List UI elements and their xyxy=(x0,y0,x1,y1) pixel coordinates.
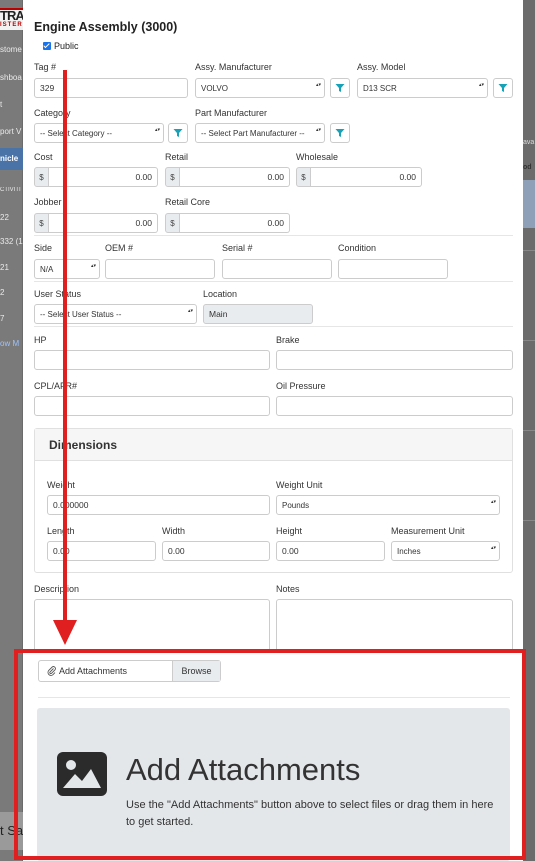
background-right-panel: ava od xyxy=(523,0,535,861)
public-checkbox[interactable] xyxy=(43,42,51,50)
jobber-label: Jobber xyxy=(34,197,62,207)
weight-label: Weight xyxy=(47,480,75,490)
currency-addon: $ xyxy=(34,213,49,233)
cpl-input[interactable] xyxy=(34,396,270,416)
assy-manufacturer-label: Assy. Manufacturer xyxy=(195,62,272,72)
divider xyxy=(34,326,513,327)
assy-model-filter-button[interactable] xyxy=(493,78,513,98)
divider xyxy=(34,281,513,282)
measurement-unit-label: Measurement Unit xyxy=(391,526,465,536)
currency-addon: $ xyxy=(296,167,311,187)
side-label: Side xyxy=(34,243,53,253)
retail-core-input-group[interactable]: $ 0.00 xyxy=(165,213,290,233)
condition-input[interactable] xyxy=(338,259,448,279)
currency-addon: $ xyxy=(34,167,49,187)
location-label: Location xyxy=(203,289,238,299)
browse-button[interactable]: Browse xyxy=(172,661,220,681)
user-status-select[interactable]: -- Select User Status -- xyxy=(34,304,197,324)
serial-input[interactable] xyxy=(222,259,332,279)
category-label: Category xyxy=(34,108,71,118)
tag-input[interactable]: 329 xyxy=(34,78,188,98)
bg-right-divider xyxy=(523,430,535,431)
dimensions-title: Dimensions xyxy=(35,429,512,461)
brake-input[interactable] xyxy=(276,350,513,370)
filter-icon xyxy=(335,84,345,92)
cost-input[interactable]: 0.00 xyxy=(49,167,158,187)
modal-title: Engine Assembly (3000) xyxy=(34,20,178,34)
brake-label: Brake xyxy=(276,335,300,345)
bg-right-divider xyxy=(523,520,535,521)
weight-input[interactable]: 0.000000 xyxy=(47,495,270,515)
dropzone-text: Use the "Add Attachments" button above t… xyxy=(126,799,494,828)
length-input[interactable]: 0.00 xyxy=(47,541,156,561)
cost-label: Cost xyxy=(34,152,53,162)
part-manufacturer-filter-button[interactable] xyxy=(330,123,350,143)
filter-icon xyxy=(173,129,183,137)
cpl-label: CPL/AFR# xyxy=(34,381,78,391)
tag-label: Tag # xyxy=(34,62,57,72)
condition-label: Condition xyxy=(338,243,377,253)
paperclip-icon xyxy=(47,666,56,676)
length-label: Length xyxy=(47,526,75,536)
hp-label: HP xyxy=(34,335,47,345)
weight-unit-select[interactable]: Pounds xyxy=(276,495,500,515)
height-input[interactable]: 0.00 xyxy=(276,541,385,561)
location-input[interactable]: Main xyxy=(203,304,313,324)
assy-model-select[interactable]: D13 SCR xyxy=(357,78,488,98)
bg-right-block xyxy=(523,180,535,228)
oem-input[interactable] xyxy=(105,259,215,279)
retail-core-input[interactable]: 0.00 xyxy=(180,213,290,233)
hp-input[interactable] xyxy=(34,350,270,370)
description-label: Description xyxy=(34,584,80,594)
filter-icon xyxy=(335,129,345,137)
serial-label: Serial # xyxy=(222,243,253,253)
currency-addon: $ xyxy=(165,213,180,233)
part-manufacturer-select[interactable]: -- Select Part Manufacturer -- xyxy=(195,123,325,143)
part-manufacturer-label: Part Manufacturer xyxy=(195,108,268,118)
retail-core-label: Retail Core xyxy=(165,197,211,207)
cost-input-group[interactable]: $ 0.00 xyxy=(34,167,158,187)
oem-label: OEM # xyxy=(105,243,134,253)
currency-addon: $ xyxy=(165,167,180,187)
bg-right-text: od xyxy=(523,164,532,171)
engine-assembly-modal: Engine Assembly (3000) Public Tag # 329 … xyxy=(23,0,523,861)
width-label: Width xyxy=(162,526,186,536)
wholesale-input[interactable]: 0.00 xyxy=(311,167,422,187)
height-label: Height xyxy=(276,526,303,536)
bg-right-divider xyxy=(523,250,535,251)
public-label: Public xyxy=(54,41,79,51)
divider xyxy=(34,235,513,236)
add-attachments-file-input[interactable]: Add Attachments Browse xyxy=(38,660,221,682)
dropzone-title: Add Attachments xyxy=(126,752,361,787)
attachments-dropzone[interactable]: Add Attachments Use the "Add Attachments… xyxy=(37,708,510,861)
image-icon xyxy=(57,752,107,796)
file-input-label-wrap[interactable]: Add Attachments xyxy=(39,661,172,681)
bg-right-divider xyxy=(523,340,535,341)
category-select[interactable]: -- Select Category -- xyxy=(34,123,164,143)
width-input[interactable]: 0.00 xyxy=(162,541,270,561)
jobber-input[interactable]: 0.00 xyxy=(49,213,158,233)
oil-pressure-label: Oil Pressure xyxy=(276,381,326,391)
user-status-label: User Status xyxy=(34,289,82,299)
public-checkbox-row[interactable]: Public xyxy=(43,41,79,51)
assy-manufacturer-filter-button[interactable] xyxy=(330,78,350,98)
filter-icon xyxy=(498,84,508,92)
divider xyxy=(38,697,510,698)
retail-input-group[interactable]: $ 0.00 xyxy=(165,167,290,187)
wholesale-label: Wholesale xyxy=(296,152,339,162)
file-input-label: Add Attachments xyxy=(59,666,128,676)
category-filter-button[interactable] xyxy=(168,123,188,143)
side-select[interactable]: N/A xyxy=(34,259,100,279)
retail-label: Retail xyxy=(165,152,189,162)
bg-right-text: ava xyxy=(523,139,535,146)
assy-model-label: Assy. Model xyxy=(357,62,406,72)
measurement-unit-select[interactable]: Inches xyxy=(391,541,500,561)
wholesale-input-group[interactable]: $ 0.00 xyxy=(296,167,422,187)
notes-label: Notes xyxy=(276,584,300,594)
oil-pressure-input[interactable] xyxy=(276,396,513,416)
jobber-input-group[interactable]: $ 0.00 xyxy=(34,213,158,233)
weight-unit-label: Weight Unit xyxy=(276,480,323,490)
retail-input[interactable]: 0.00 xyxy=(180,167,290,187)
assy-manufacturer-select[interactable]: VOLVO xyxy=(195,78,325,98)
